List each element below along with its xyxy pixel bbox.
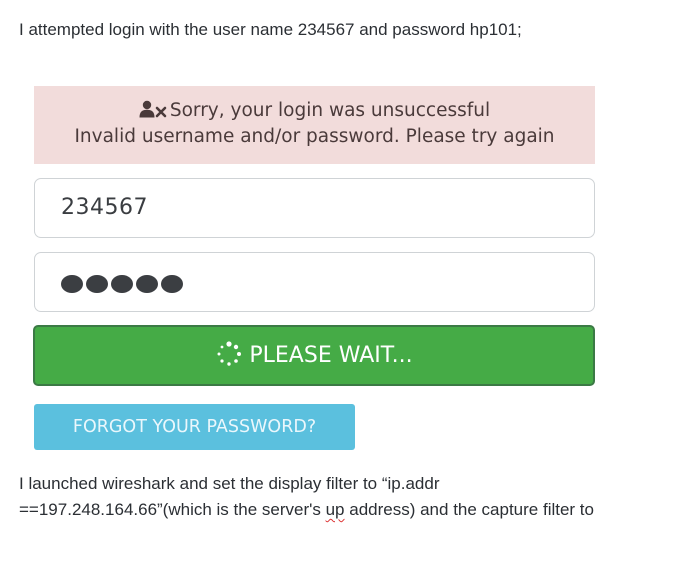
forgot-password-button[interactable]: FORGOT YOUR PASSWORD?	[34, 404, 355, 450]
forgot-password-label: FORGOT YOUR PASSWORD?	[72, 417, 317, 437]
spinner-icon	[217, 341, 242, 366]
password-mask-dot	[111, 275, 133, 293]
login-error-alert: Sorry, your login was unsuccessful Inval…	[34, 86, 595, 164]
login-submit-button[interactable]: PLEASE WAIT...	[33, 325, 595, 386]
outro-line-2-start: ==197.248.164.66”(which is the server's	[19, 500, 326, 519]
username-field[interactable]: 234567	[34, 178, 595, 238]
password-masked-dots	[61, 275, 183, 293]
password-mask-dot	[61, 275, 83, 293]
password-mask-dot	[86, 275, 108, 293]
password-mask-dot	[136, 275, 158, 293]
password-field[interactable]	[34, 252, 595, 312]
alert-message: Invalid username and/or password. Please…	[74, 126, 555, 147]
outro-text: I launched wireshark and set the display…	[19, 471, 669, 523]
outro-line-2-end: address) and the capture filter to	[344, 500, 594, 519]
alert-title: Sorry, your login was unsuccessful	[169, 100, 491, 121]
outro-line-2: ==197.248.164.66”(which is the server's …	[19, 497, 669, 523]
outro-line-1: I launched wireshark and set the display…	[19, 474, 440, 493]
username-value: 234567	[61, 195, 148, 220]
misspelled-word: up	[325, 500, 345, 519]
submit-label: PLEASE WAIT...	[249, 343, 413, 368]
password-mask-dot	[161, 275, 183, 293]
user-times-icon	[139, 100, 167, 118]
intro-text: I attempted login with the user name 234…	[19, 20, 522, 39]
alert-title-row: Sorry, your login was unsuccessful	[34, 98, 595, 124]
